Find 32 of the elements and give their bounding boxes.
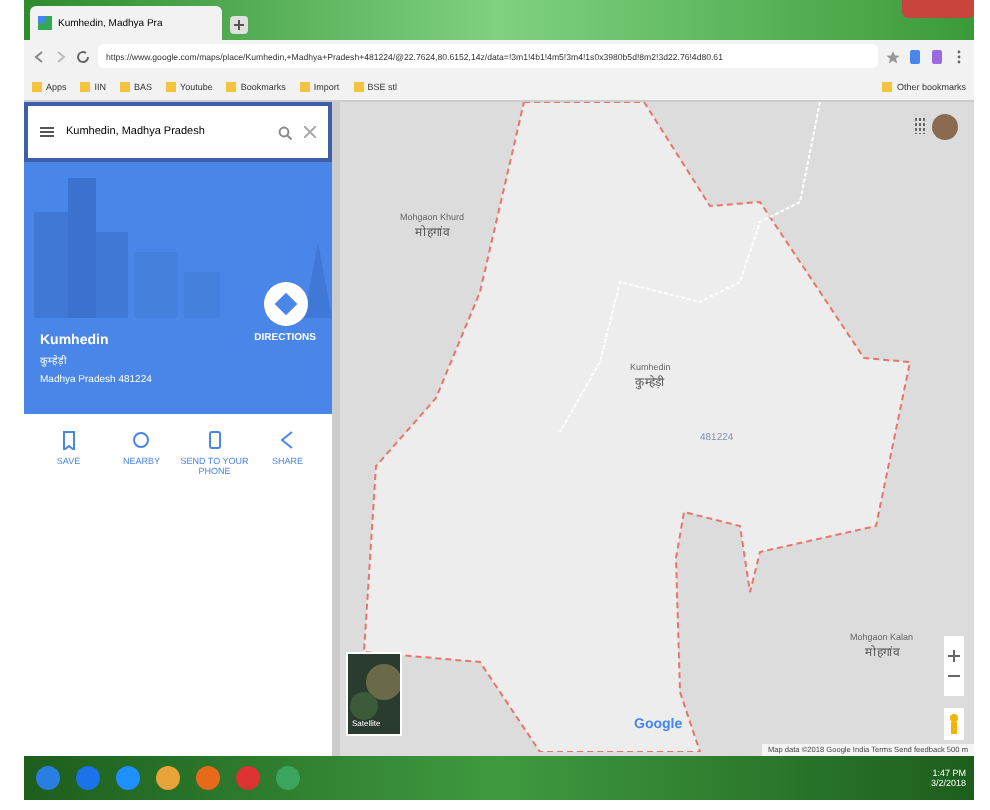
apps-icon[interactable]: [914, 118, 926, 134]
avatar[interactable]: [932, 114, 958, 140]
taskbar-icon[interactable]: [152, 762, 184, 794]
action-icon: [132, 430, 151, 450]
folder-icon: [120, 81, 131, 91]
taskbar-icon[interactable]: [32, 762, 64, 794]
maps-icon: [38, 16, 52, 30]
taskbar-icon[interactable]: [192, 762, 224, 794]
folder-icon: [353, 81, 364, 91]
close-icon[interactable]: [304, 126, 316, 138]
action-icon: [59, 430, 78, 450]
taskbar-icon[interactable]: [112, 762, 144, 794]
star-icon[interactable]: [886, 49, 900, 63]
menu-icon[interactable]: [40, 126, 54, 138]
back-icon[interactable]: [32, 49, 46, 63]
reload-icon[interactable]: [76, 49, 90, 63]
action-icon: [278, 430, 297, 450]
pegman-icon[interactable]: [944, 708, 964, 740]
new-tab-icon[interactable]: [230, 16, 248, 34]
folder-icon: [80, 81, 91, 91]
folder-icon: [882, 81, 893, 91]
folder-icon: [166, 81, 177, 91]
search-icon[interactable]: [278, 125, 292, 139]
action-icon: [205, 430, 224, 450]
taskbar-icon[interactable]: [72, 762, 104, 794]
folder-icon: [226, 81, 237, 91]
menu-icon[interactable]: [952, 49, 966, 63]
zoom-controls[interactable]: [944, 636, 964, 696]
taskbar-icon[interactable]: [272, 762, 304, 794]
folder-icon: [32, 81, 42, 91]
folder-icon: [299, 81, 310, 91]
forward-icon[interactable]: [54, 49, 68, 63]
